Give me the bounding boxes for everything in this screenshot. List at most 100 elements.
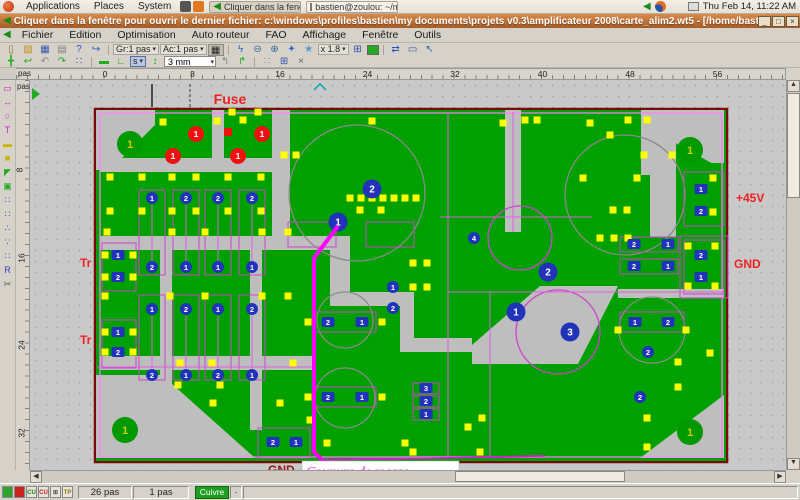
- draw-track-icon[interactable]: ↔: [1, 96, 15, 109]
- pcb-pad: [682, 326, 690, 334]
- panel-menu-applications[interactable]: Applications: [19, 1, 87, 12]
- window-add-icon[interactable]: ⊞: [276, 56, 292, 68]
- save-icon[interactable]: ▦: [37, 44, 53, 56]
- dots-corner-icon[interactable]: ∴: [1, 222, 15, 235]
- pan-icon[interactable]: ✦: [284, 44, 300, 56]
- copper-red-icon[interactable]: CU: [38, 486, 49, 498]
- track-corner-icon[interactable]: ∟: [113, 56, 129, 68]
- layer-top-icon[interactable]: [2, 486, 13, 498]
- dots-pin-icon[interactable]: ∵: [1, 236, 15, 249]
- track-width-icon[interactable]: ▬: [96, 56, 112, 68]
- dots-grid-icon[interactable]: ∷: [1, 250, 15, 263]
- menu-affichage[interactable]: Affichage: [295, 29, 355, 41]
- zoom-fit-icon[interactable]: ★: [301, 44, 317, 56]
- draw-rect-icon[interactable]: ▭: [1, 82, 15, 95]
- grid-toggle-icon[interactable]: ▦: [207, 43, 224, 56]
- panel-menu-places[interactable]: Places: [87, 1, 131, 12]
- menu-edition[interactable]: Edition: [61, 29, 109, 41]
- grid-step-dropdown[interactable]: Gr:1 pas ▾: [113, 44, 160, 55]
- launcher-package-icon[interactable]: [193, 1, 205, 12]
- scroll-up-button[interactable]: ▲: [787, 80, 800, 92]
- pads-layer-icon[interactable]: ⊞: [50, 486, 61, 498]
- launcher-screenshot-icon[interactable]: [180, 1, 192, 12]
- pad-bar-icon[interactable]: ▬: [1, 138, 15, 151]
- undo-icon[interactable]: ↩: [20, 56, 36, 68]
- minimize-button[interactable]: _: [758, 15, 771, 27]
- horizontal-scrollbar[interactable]: ◀ ▶: [30, 470, 786, 483]
- layer-bottom-icon[interactable]: [14, 486, 25, 498]
- v-ruler-label: 24: [16, 340, 27, 350]
- scroll-down-button[interactable]: ▼: [787, 458, 800, 470]
- autoroute-lightning-icon[interactable]: ϟ: [233, 44, 249, 56]
- window-titlebar[interactable]: ◀ Cliquer dans la fenêtre pour ouvrir le…: [0, 14, 800, 28]
- select-cursor-icon[interactable]: ↖: [422, 44, 438, 56]
- track-spacing-icon[interactable]: ↕: [147, 56, 163, 68]
- silk-layer-icon[interactable]: TP: [62, 486, 73, 498]
- vertical-scrollbar[interactable]: ▲ ▼: [786, 80, 800, 470]
- panel-menu-system[interactable]: System: [131, 1, 178, 12]
- pcb-pin-number: 1: [116, 251, 120, 260]
- display-icon[interactable]: [687, 2, 699, 11]
- ubuntu-logo-icon[interactable]: [3, 1, 14, 12]
- swap-layers-icon[interactable]: ⇄: [388, 44, 404, 56]
- pcb-canvas[interactable]: 1111212131222211112122121124221212122121…: [30, 80, 786, 470]
- target-icon[interactable]: ▣: [1, 180, 15, 193]
- pcb-pad: [239, 116, 247, 124]
- pcb-pad: [668, 151, 676, 159]
- scroll-right-button[interactable]: ▶: [774, 471, 786, 483]
- zoom-in-icon[interactable]: ⊕: [267, 44, 283, 56]
- ratsnest-icon[interactable]: ∷: [71, 56, 87, 68]
- new-file-icon[interactable]: ▯: [3, 44, 19, 56]
- layer-color-swatch[interactable]: [366, 44, 379, 55]
- draw-text-icon[interactable]: T: [1, 124, 15, 137]
- scroll-left-button[interactable]: ◀: [30, 471, 42, 483]
- rotate-left-icon[interactable]: ↶: [37, 56, 53, 68]
- rename-ref-icon[interactable]: R: [1, 264, 15, 277]
- firefox-icon[interactable]: [654, 1, 666, 12]
- toolbar-separator: [382, 44, 384, 55]
- pcb-pin-number: 2: [150, 371, 154, 380]
- dual-screen-icon[interactable]: ⊞: [350, 44, 366, 56]
- maximize-button[interactable]: □: [772, 15, 785, 27]
- corner-up-icon[interactable]: ↰: [217, 56, 233, 68]
- tray-app-icon[interactable]: ◀: [643, 1, 651, 13]
- menu-outils[interactable]: Outils: [406, 29, 449, 41]
- panel-clock[interactable]: Thu Feb 14, 11:22 AM: [703, 1, 796, 12]
- active-layer-badge[interactable]: Cuivre: [195, 485, 229, 499]
- pad-rect-icon[interactable]: ■: [1, 152, 15, 165]
- v-scroll-thumb[interactable]: [787, 93, 800, 198]
- menu-auto-routeur[interactable]: Auto routeur: [184, 29, 258, 41]
- new-window-icon[interactable]: ▭: [405, 44, 421, 56]
- grid-dots-icon[interactable]: ∷: [259, 56, 275, 68]
- width-combo[interactable]: 3 mm ▾: [164, 56, 217, 67]
- toolbar-track: ╋ ↩ ↶ ↷ ∷ ▬ ∟ s ▾ ↕ 3 mm ▾ ↰ ↱ ∷ ⊞ ×: [0, 56, 800, 68]
- close-button[interactable]: ×: [786, 15, 799, 27]
- corner-down-icon[interactable]: ↱: [234, 56, 250, 68]
- print-icon[interactable]: ▤: [54, 44, 70, 56]
- taskbar-window-pcb[interactable]: ◀ Cliquer dans la fenêt...: [209, 0, 302, 13]
- track-size-dropdown[interactable]: s ▾: [130, 56, 147, 67]
- grid-dots-b-icon[interactable]: ∷: [1, 208, 15, 221]
- copper-green-icon[interactable]: CU: [26, 486, 37, 498]
- pcb-pin-number: 1: [699, 273, 703, 282]
- cut-icon[interactable]: ✂: [1, 278, 15, 291]
- menu-fichier[interactable]: Fichier: [14, 29, 62, 41]
- menu-fao[interactable]: FAO: [257, 29, 294, 41]
- grid-dots-a-icon[interactable]: ∷: [1, 194, 15, 207]
- delete-icon[interactable]: ×: [293, 56, 309, 68]
- zone-fill-icon[interactable]: ◤: [1, 166, 15, 179]
- open-folder-icon[interactable]: ▨: [20, 44, 36, 56]
- zoom-level-dropdown[interactable]: x 1.8 ▾: [317, 44, 349, 55]
- menu-optimisation[interactable]: Optimisation: [109, 29, 183, 41]
- cursor-step-dropdown[interactable]: Ac:1 pas ▾: [160, 44, 207, 55]
- h-scroll-thumb[interactable]: [455, 471, 625, 482]
- rotate-right-icon[interactable]: ↷: [54, 56, 70, 68]
- taskbar-window-terminal[interactable]: bastien@zoulou: ~/m...: [306, 0, 399, 13]
- zoom-out-icon[interactable]: ⊖: [250, 44, 266, 56]
- help-icon[interactable]: ?: [71, 44, 87, 56]
- menu-fenêtre[interactable]: Fenêtre: [354, 29, 406, 41]
- exit-icon[interactable]: ↪: [88, 44, 104, 56]
- pcb-pad: [401, 439, 409, 447]
- draw-circle-icon[interactable]: ○: [1, 110, 15, 123]
- move-icon[interactable]: ╋: [3, 56, 19, 68]
